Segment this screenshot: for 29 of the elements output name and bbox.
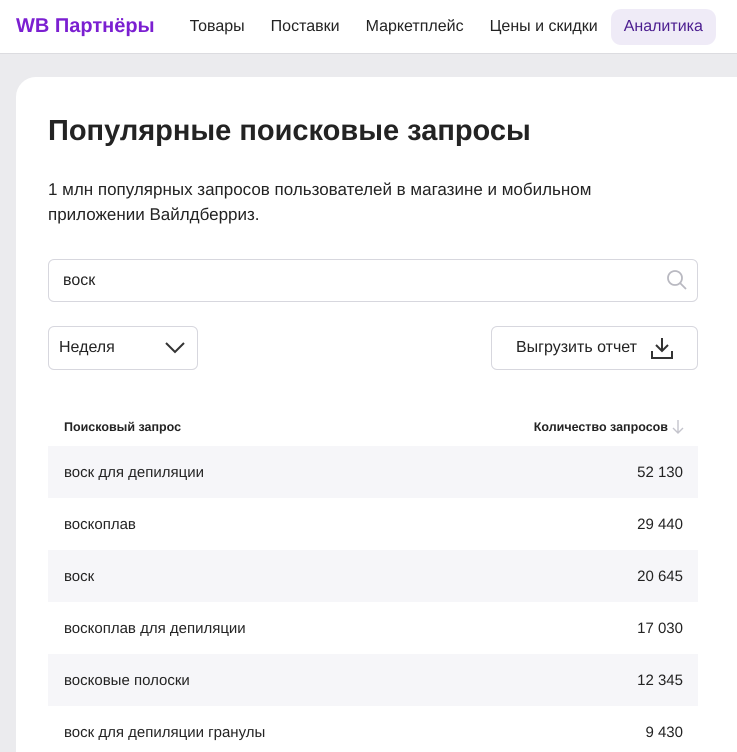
nav-tab[interactable]: Поставки: [258, 8, 353, 44]
chevron-down-icon: [165, 342, 185, 354]
column-header[interactable]: Поисковый запрос: [64, 420, 182, 434]
search-field[interactable]: воск: [48, 259, 698, 302]
nav-tab[interactable]: Маркетплейс: [352, 8, 477, 44]
query-cell: воск для депиляции гранулы: [64, 724, 266, 740]
count-cell: 12 345: [637, 672, 683, 688]
column-header[interactable]: Количество запросов: [534, 420, 668, 434]
export-report-button[interactable]: Выгрузить отчет: [491, 326, 698, 370]
query-cell: воск для депиляции: [64, 464, 204, 480]
count-cell: 29 440: [637, 516, 683, 532]
query-cell: воскоплав для депиляции: [64, 620, 246, 636]
nav-tab[interactable]: Товары: [176, 8, 258, 44]
query-cell: воскоплав: [64, 516, 136, 532]
count-cell: 9 430: [645, 724, 683, 740]
count-cell: 20 645: [637, 568, 683, 584]
nav-tab[interactable]: Аналитика: [610, 8, 716, 44]
query-cell: восковые полоски: [64, 672, 190, 688]
page-title: Популярные поисковые запросы: [48, 114, 532, 149]
sort-arrow-icon[interactable]: [672, 420, 684, 434]
query-cell: воск: [64, 568, 94, 584]
count-cell: 52 130: [637, 464, 683, 480]
download-icon: [651, 337, 673, 359]
count-cell: 17 030: [637, 620, 683, 636]
nav-tab[interactable]: Цены и скидки: [476, 8, 611, 44]
page-description: 1 млн популярных запросов пользователей в магазине и мобильном приложении Вайлдберриз.: [48, 179, 592, 226]
period-dropdown[interactable]: Неделя: [48, 326, 198, 370]
logo[interactable]: WB Партнёры: [16, 15, 155, 38]
search-icon[interactable]: [666, 269, 688, 291]
